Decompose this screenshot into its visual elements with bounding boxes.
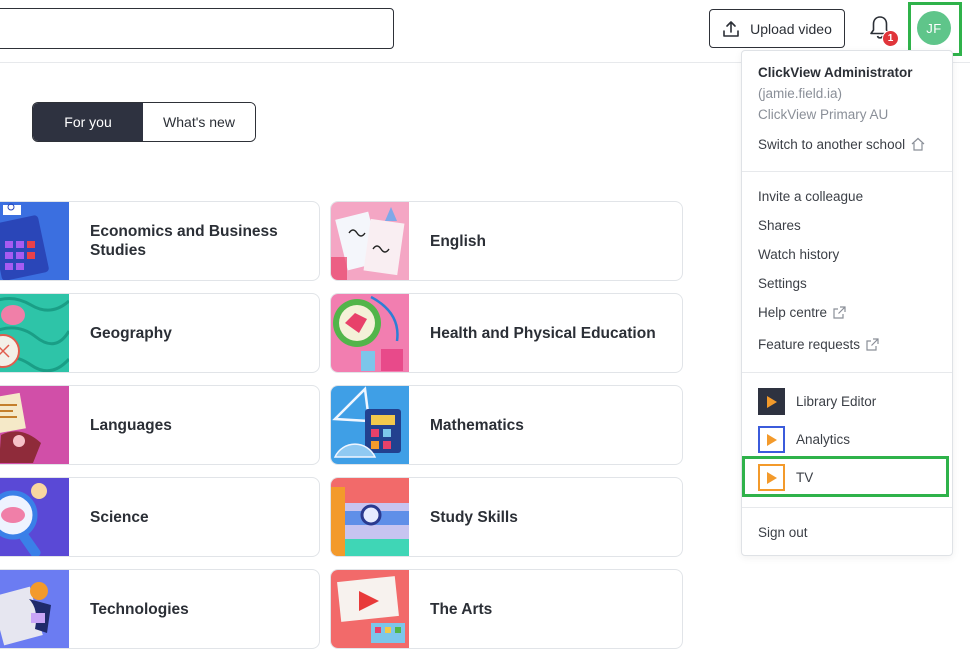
user-display-name: ClickView Administrator bbox=[758, 65, 913, 80]
user-username: (jamie.field.ia) bbox=[758, 86, 843, 101]
tv-highlight-box bbox=[742, 456, 949, 497]
library-editor-icon bbox=[758, 388, 785, 415]
user-school: ClickView Primary AU bbox=[758, 107, 889, 122]
subject-label: Mathematics bbox=[430, 416, 524, 434]
study-skills-thumbnail-icon bbox=[331, 478, 409, 556]
external-link-icon bbox=[866, 338, 879, 351]
subject-label: English bbox=[430, 232, 486, 250]
notification-badge: 1 bbox=[882, 30, 899, 47]
menu-divider bbox=[742, 372, 952, 373]
mathematics-thumbnail-icon bbox=[331, 386, 409, 464]
subject-label: Languages bbox=[90, 416, 172, 434]
external-link-icon bbox=[833, 306, 846, 319]
technologies-thumbnail-icon bbox=[0, 570, 69, 648]
subject-label: Science bbox=[90, 508, 149, 526]
switch-school-label: Switch to another school bbox=[758, 136, 906, 152]
menu-item-invite-colleague[interactable]: Invite a colleague bbox=[758, 189, 863, 204]
menu-item-settings[interactable]: Settings bbox=[758, 276, 807, 291]
health-pe-thumbnail-icon bbox=[331, 294, 409, 372]
subject-label: Geography bbox=[90, 324, 172, 342]
home-icon bbox=[911, 137, 925, 151]
search-input[interactable] bbox=[0, 8, 394, 49]
menu-divider bbox=[742, 171, 952, 172]
menu-item-shares[interactable]: Shares bbox=[758, 218, 801, 233]
subject-card-economics[interactable]: Economics and Business Studies bbox=[0, 201, 320, 281]
subject-label: The Arts bbox=[430, 600, 493, 618]
subject-label: Economics and Business Studies bbox=[90, 223, 278, 259]
geography-thumbnail-icon bbox=[0, 294, 69, 372]
upload-video-button[interactable]: Upload video bbox=[709, 9, 845, 48]
app-label: Analytics bbox=[796, 432, 851, 447]
science-thumbnail-icon bbox=[0, 478, 69, 556]
subject-card-languages[interactable]: Languages bbox=[0, 385, 320, 465]
upload-video-label: Upload video bbox=[750, 20, 832, 37]
analytics-icon bbox=[758, 426, 785, 453]
languages-thumbnail-icon bbox=[0, 386, 69, 464]
app-label: Library Editor bbox=[796, 394, 877, 409]
menu-item-help-centre[interactable]: Help centre bbox=[758, 305, 847, 320]
menu-item-feature-requests[interactable]: Feature requests bbox=[758, 337, 880, 352]
avatar[interactable]: JF bbox=[917, 11, 951, 45]
tab-for-you[interactable]: For you bbox=[33, 103, 143, 141]
subject-card-mathematics[interactable]: Mathematics bbox=[330, 385, 683, 465]
menu-divider bbox=[742, 507, 952, 508]
app-analytics[interactable]: Analytics bbox=[758, 426, 850, 453]
subject-card-the-arts[interactable]: The Arts bbox=[330, 569, 683, 649]
subject-card-geography[interactable]: Geography bbox=[0, 293, 320, 373]
subject-label: Technologies bbox=[90, 600, 189, 618]
the-arts-thumbnail-icon bbox=[331, 570, 409, 648]
subject-label: Health and Physical Education bbox=[430, 324, 656, 342]
economics-thumbnail-icon bbox=[0, 202, 69, 280]
subject-card-health-pe[interactable]: Health and Physical Education bbox=[330, 293, 683, 373]
feature-requests-label: Feature requests bbox=[758, 337, 861, 352]
subject-card-study-skills[interactable]: Study Skills bbox=[330, 477, 683, 557]
switch-school-link[interactable]: Switch to another school bbox=[758, 136, 926, 152]
app-library-editor[interactable]: Library Editor bbox=[758, 388, 876, 415]
english-thumbnail-icon bbox=[331, 202, 409, 280]
feed-tabs: For you What's new bbox=[32, 102, 256, 142]
subject-card-english[interactable]: English bbox=[330, 201, 683, 281]
subject-card-technologies[interactable]: Technologies bbox=[0, 569, 320, 649]
help-centre-label: Help centre bbox=[758, 305, 828, 320]
upload-icon bbox=[723, 20, 739, 37]
subject-card-science[interactable]: Science bbox=[0, 477, 320, 557]
sign-out-link[interactable]: Sign out bbox=[758, 525, 808, 540]
tab-whats-new[interactable]: What's new bbox=[143, 103, 255, 141]
subject-label: Study Skills bbox=[430, 508, 518, 526]
menu-item-watch-history[interactable]: Watch history bbox=[758, 247, 839, 262]
